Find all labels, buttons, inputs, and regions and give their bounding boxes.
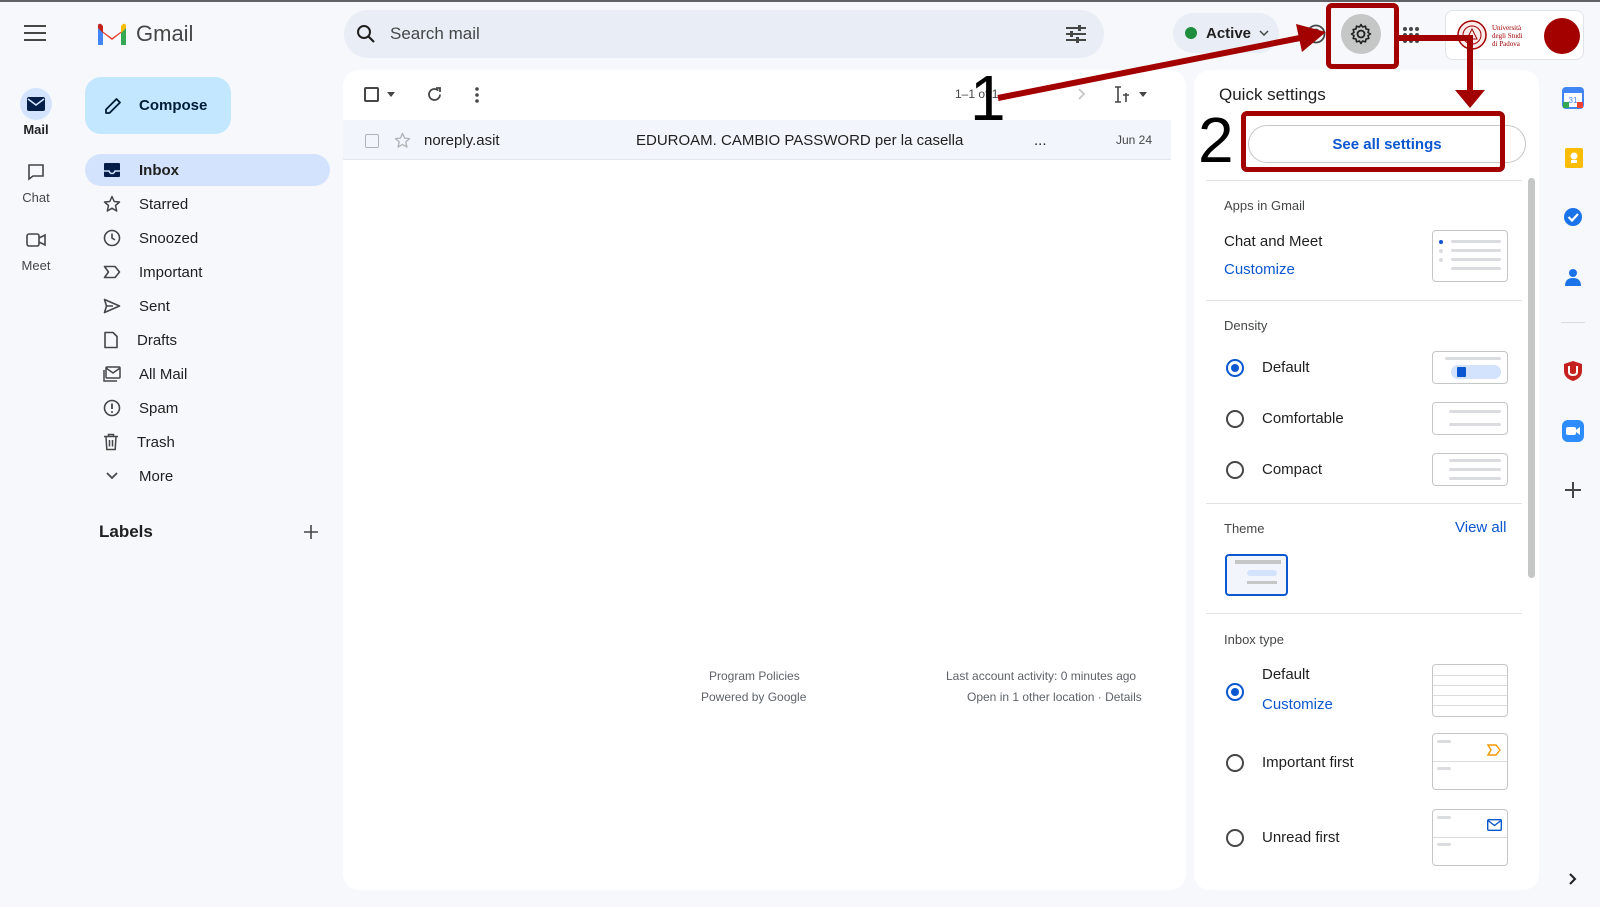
annotation-step-1: 1 — [970, 62, 1006, 134]
annotation-step-2: 2 — [1198, 104, 1234, 176]
annotation-arrows — [997, 24, 1485, 108]
